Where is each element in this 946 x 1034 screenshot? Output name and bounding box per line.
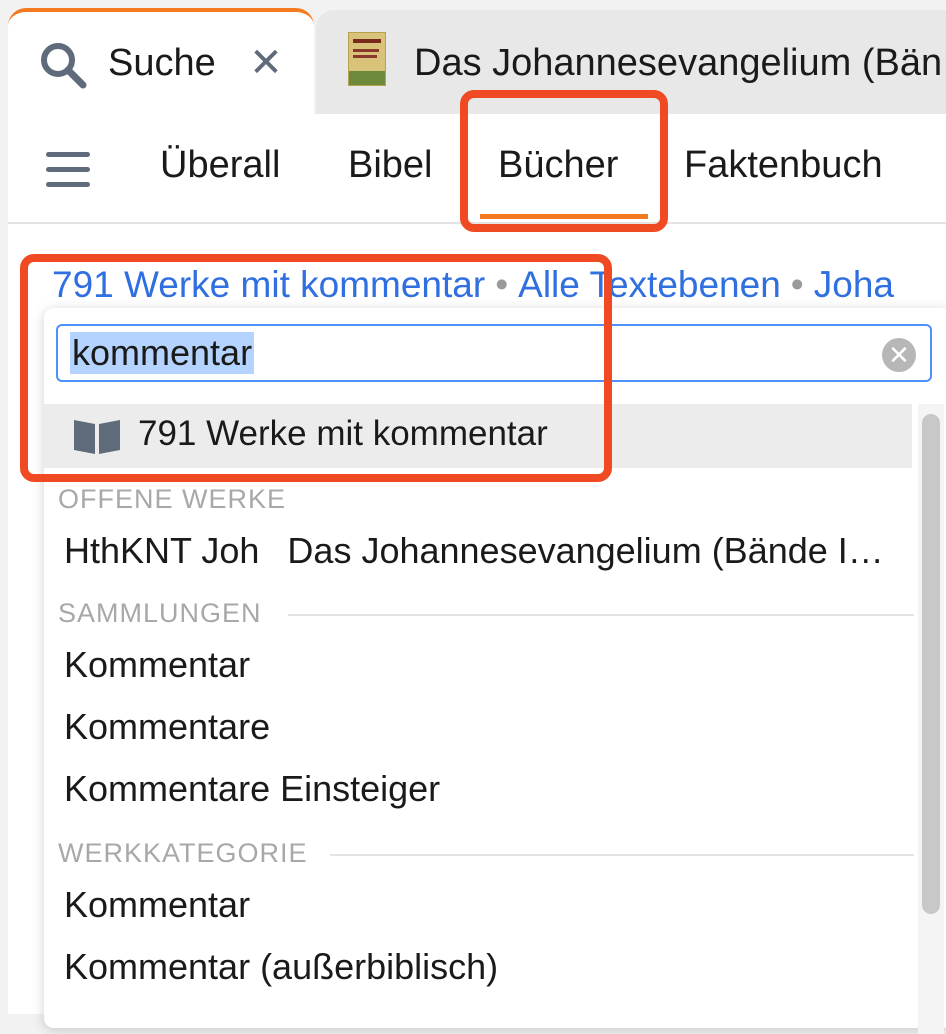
search-input-value[interactable]: kommentar [70, 332, 255, 374]
section-work-category: WERKKATEGORIE [58, 838, 308, 868]
list-item[interactable]: HthKNT Joh Das Johannesevangelium (Bände … [64, 530, 884, 572]
work-abbreviation: HthKNT Joh [64, 530, 260, 571]
tab-johannesevangelium-label: Das Johannesevangelium (Bän [414, 42, 943, 84]
work-title: Das Johannesevangelium (Bände I… [287, 530, 884, 571]
nav-item-buecher[interactable]: Bücher [498, 144, 618, 187]
search-icon [41, 43, 87, 89]
breadcrumb: 791 Werke mit kommentar • Alle Textebenen •… [52, 264, 894, 306]
breadcrumb-reference[interactable]: Joha [814, 264, 894, 305]
results-count-label: 791 Werke mit kommentar [138, 414, 548, 453]
tab-bar: Suche ✕ Das Johannesevangelium (Bän [0, 0, 946, 128]
scrollbar[interactable] [918, 404, 944, 1034]
scrollbar-thumb[interactable] [922, 414, 940, 914]
tab-search-label: Suche [108, 42, 216, 84]
list-item[interactable]: Kommentar [64, 884, 250, 926]
search-suggestions-dropdown: kommentar ✕ 791 Werke mit kommentar OFFE… [44, 308, 946, 1034]
clear-icon[interactable]: ✕ [882, 338, 916, 372]
section-open-works: OFFENE WERKE [58, 484, 287, 514]
breadcrumb-text-levels[interactable]: Alle Textebenen [518, 264, 781, 305]
hamburger-menu-icon[interactable] [46, 152, 90, 188]
section-collections: SAMMLUNGEN [58, 598, 262, 628]
nav-item-bibel[interactable]: Bibel [348, 144, 433, 187]
results-count-item[interactable]: 791 Werke mit kommentar [44, 404, 912, 468]
section-divider [288, 614, 914, 616]
list-item[interactable]: Kommentar (außerbiblisch) [64, 946, 498, 988]
active-tab-indicator [480, 214, 648, 219]
section-divider [330, 854, 914, 856]
book-cover-icon [348, 32, 386, 86]
breadcrumb-separator: • [790, 264, 804, 305]
search-scope-nav: Überall Bibel Bücher Faktenbuch [8, 114, 946, 224]
breadcrumb-separator: • [495, 264, 509, 305]
breadcrumb-results[interactable]: 791 Werke mit kommentar [52, 264, 485, 305]
search-panel: Überall Bibel Bücher Faktenbuch 791 Werk… [8, 114, 946, 1034]
tab-johannesevangelium[interactable]: Das Johannesevangelium (Bän [316, 10, 946, 114]
nav-item-faktenbuch[interactable]: Faktenbuch [684, 144, 883, 187]
close-tab-icon[interactable]: ✕ [244, 38, 288, 88]
list-item[interactable]: Kommentare Einsteiger [64, 768, 440, 810]
search-input[interactable]: kommentar ✕ [56, 324, 932, 382]
open-book-icon [74, 420, 120, 454]
list-item[interactable]: Kommentare [64, 706, 270, 748]
nav-item-ueberall[interactable]: Überall [160, 144, 280, 187]
tab-search[interactable]: Suche ✕ [8, 8, 314, 128]
list-item[interactable]: Kommentar [64, 644, 250, 686]
